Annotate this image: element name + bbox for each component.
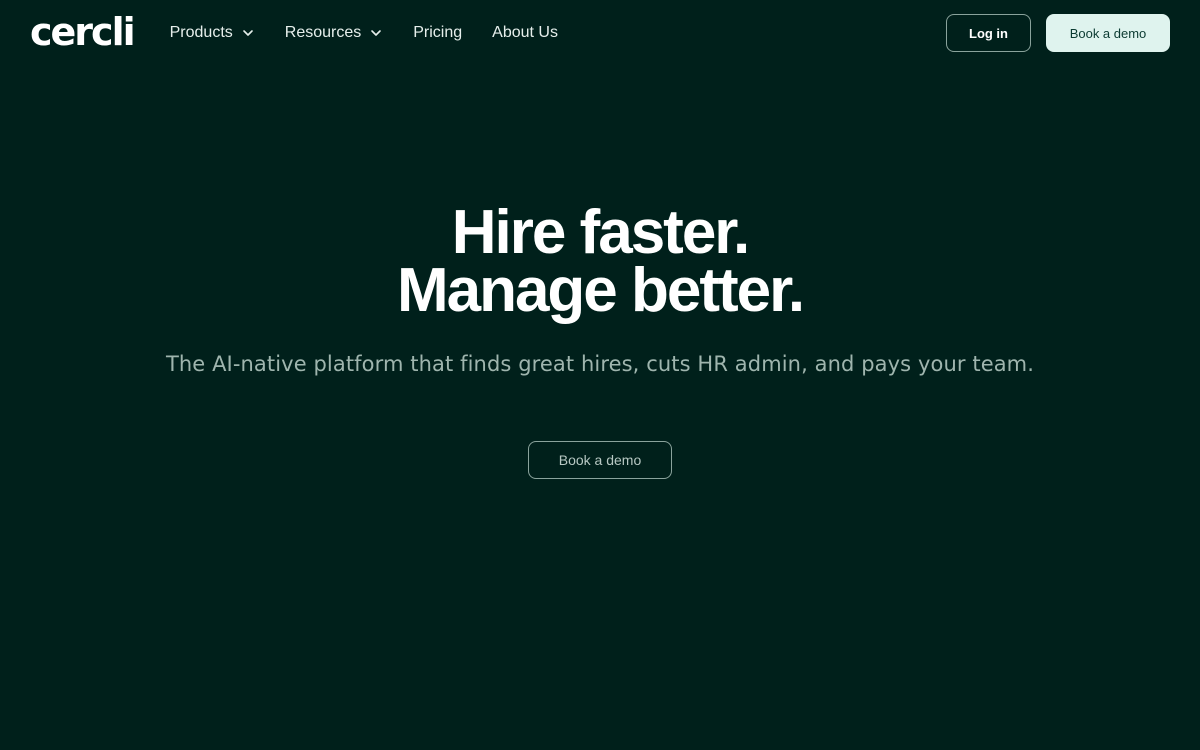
nav-item-label: Products <box>169 24 233 41</box>
headline-line-2: Manage better. <box>396 256 805 325</box>
chevron-down-icon <box>371 30 382 36</box>
hero-section: Hire faster. Manage better. The AI-nativ… <box>0 198 1200 377</box>
nav-item-about-us[interactable]: About Us <box>492 24 558 42</box>
headline-line-1: Hire faster. <box>451 198 751 267</box>
hero-subheadline: The AI-native platform that finds great … <box>165 352 1035 376</box>
top-navigation: cercli Products Resources Pricing About … <box>0 0 1200 66</box>
cercli-logo[interactable]: cercli <box>30 13 136 51</box>
nav-actions: Log in Book a demo <box>946 14 1170 52</box>
landing-page: cercli Products Resources Pricing About … <box>0 0 1200 750</box>
login-button[interactable]: Log in <box>946 14 1031 52</box>
nav-links: Products Resources Pricing About Us <box>170 24 558 42</box>
book-demo-nav-button[interactable]: Book a demo <box>1046 14 1170 52</box>
nav-item-pricing[interactable]: Pricing <box>413 24 462 42</box>
nav-item-label: Pricing <box>413 24 463 41</box>
nav-item-label: Resources <box>284 24 362 41</box>
nav-item-label: About Us <box>492 24 558 41</box>
chevron-down-icon <box>242 30 253 36</box>
hero-headline: Hire faster. Manage better. <box>0 198 1200 325</box>
nav-item-products[interactable]: Products <box>170 24 255 42</box>
nav-item-resources[interactable]: Resources <box>285 24 383 42</box>
book-demo-hero-button[interactable]: Book a demo <box>528 441 672 479</box>
